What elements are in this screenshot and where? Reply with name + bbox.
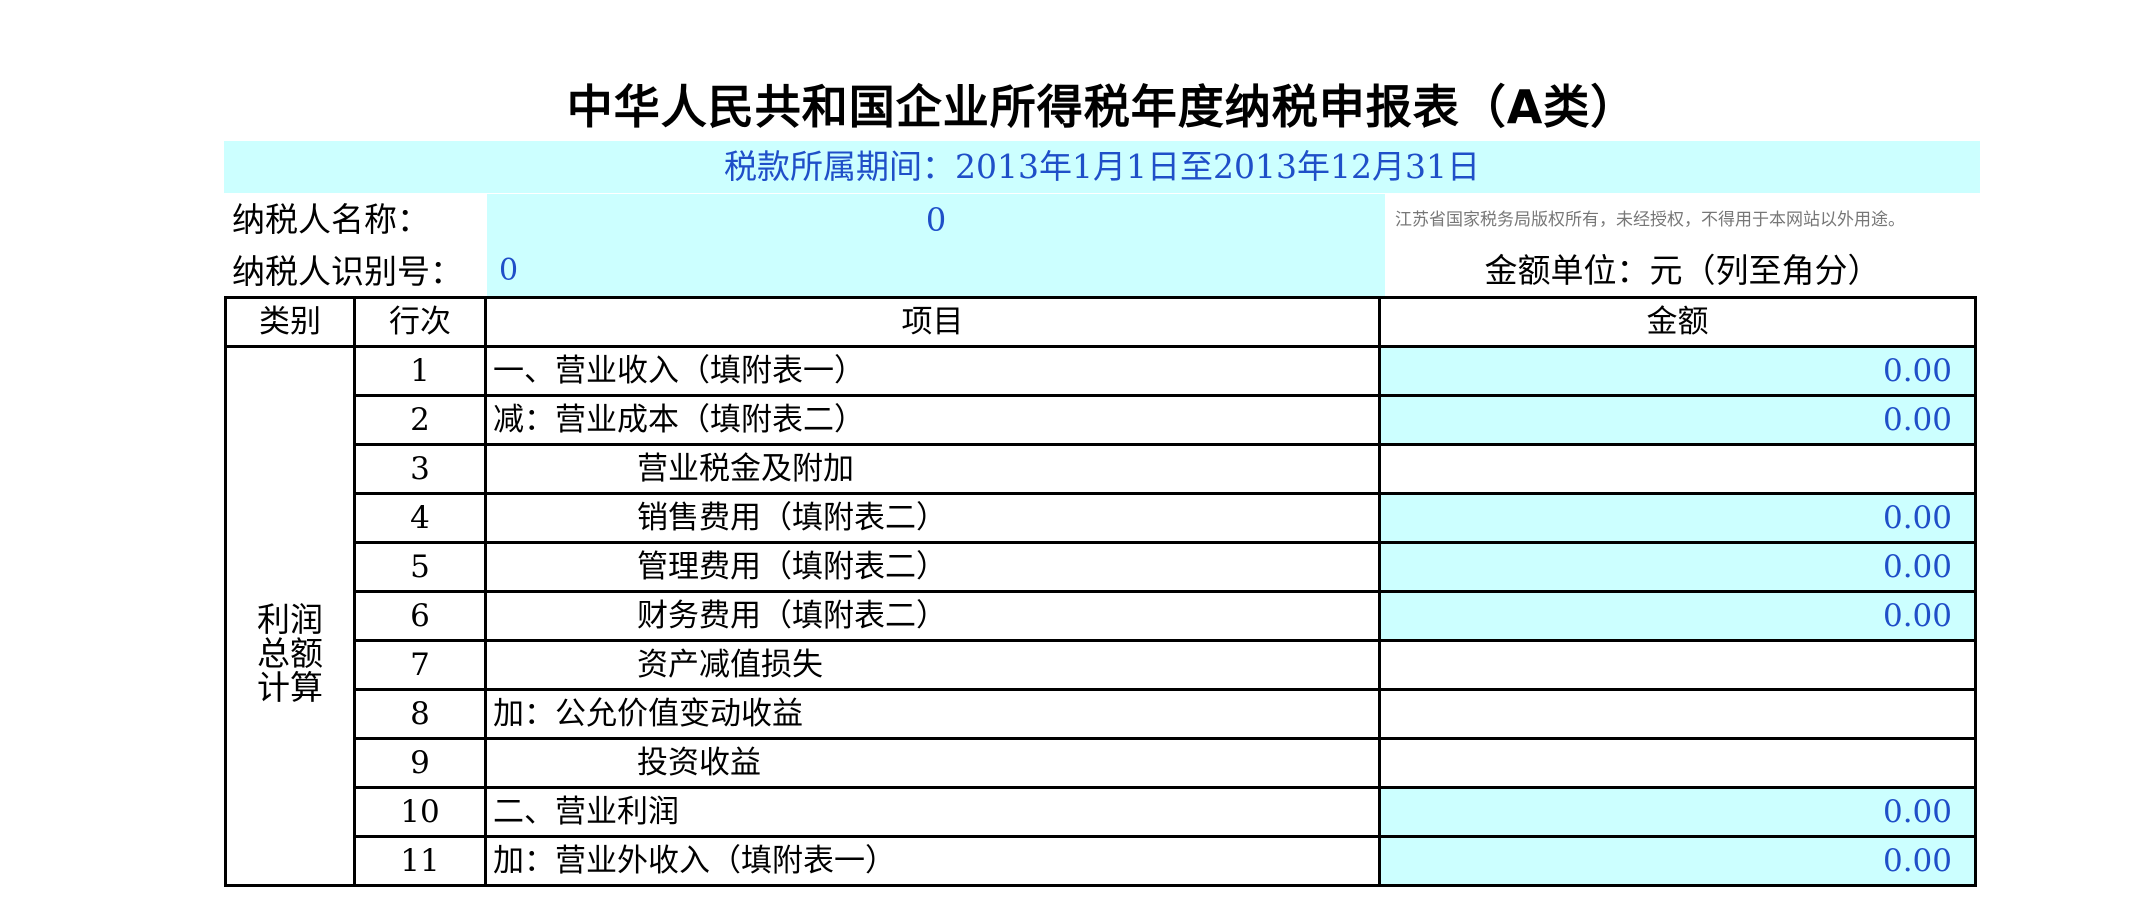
copyright-notice: 江苏省国家税务局版权所有，未经授权，不得用于本网站以外用途。 <box>1395 210 1905 230</box>
table-row: 7 资产减值损失 <box>226 639 1977 691</box>
row-number-cell: 10 <box>353 786 487 838</box>
row-item-cell: 减：营业成本（填附表二） <box>484 394 1381 446</box>
header-item: 项目 <box>484 296 1381 348</box>
table-row: 6 财务费用（填附表二） 0.00 <box>226 590 1977 642</box>
taxpayer-id-label: 纳税人识别号： <box>232 252 463 291</box>
row-amount-cell[interactable]: 0.00 <box>1378 394 1977 446</box>
taxpayer-id-field[interactable]: 0 <box>487 246 1385 296</box>
category-label-line: 总额 <box>257 634 323 673</box>
row-amount-cell <box>1378 688 1977 740</box>
row-number-cell: 6 <box>353 590 487 642</box>
table-row: 2 减：营业成本（填附表二） 0.00 <box>226 394 1977 446</box>
table-row: 8 加：公允价值变动收益 <box>226 688 1977 740</box>
row-number-cell: 9 <box>353 737 487 789</box>
tax-period-band: 税款所属期间：2013年1月1日至2013年12月31日 <box>224 141 1980 193</box>
row-number-cell: 11 <box>353 835 487 887</box>
taxpayer-name-field[interactable]: 0 <box>487 194 1385 246</box>
category-profit-calculation: 利润 总额 计算 <box>224 345 356 887</box>
row-amount-cell[interactable]: 0.00 <box>1378 835 1977 887</box>
row-amount-cell[interactable]: 0.00 <box>1378 786 1977 838</box>
row-item-cell: 财务费用（填附表二） <box>484 590 1381 642</box>
row-number-cell: 5 <box>353 541 487 593</box>
row-item-cell: 加：公允价值变动收益 <box>484 688 1381 740</box>
row-number-cell: 1 <box>353 345 487 397</box>
row-amount-cell[interactable]: 0.00 <box>1378 590 1977 642</box>
row-item-cell: 营业税金及附加 <box>484 443 1381 495</box>
header-amount: 金额 <box>1378 296 1977 348</box>
row-item-cell: 管理费用（填附表二） <box>484 541 1381 593</box>
row-amount-cell[interactable]: 0.00 <box>1378 541 1977 593</box>
category-label-line: 计算 <box>257 668 323 707</box>
table-row: 3 营业税金及附加 <box>226 443 1977 495</box>
header-row-number: 行次 <box>353 296 487 348</box>
row-number-cell: 7 <box>353 639 487 691</box>
row-number-cell: 8 <box>353 688 487 740</box>
row-item-cell: 投资收益 <box>484 737 1381 789</box>
row-amount-cell[interactable]: 0.00 <box>1378 345 1977 397</box>
table-row: 4 销售费用（填附表二） 0.00 <box>226 492 1977 544</box>
table-body: 利润 总额 计算 1 一、营业收入（填附表一） 0.00 2 减：营业成本（填附表二） 0.00… <box>224 345 1977 887</box>
tax-return-table: 类别 行次 项目 金额 利润 总额 计算 1 一、营业收入（填附表一） 0.00 2 减：营业… <box>224 296 1977 887</box>
row-amount-cell <box>1378 639 1977 691</box>
table-header-row: 类别 行次 项目 金额 <box>224 296 1977 348</box>
table-row: 5 管理费用（填附表二） 0.00 <box>226 541 1977 593</box>
page-title: 中华人民共和国企业所得税年度纳税申报表（A类） <box>566 80 1638 134</box>
row-item-cell: 一、营业收入（填附表一） <box>484 345 1381 397</box>
row-amount-cell <box>1378 737 1977 789</box>
row-number-cell: 2 <box>353 394 487 446</box>
row-item-cell: 二、营业利润 <box>484 786 1381 838</box>
row-item-cell: 销售费用（填附表二） <box>484 492 1381 544</box>
table-row: 10 二、营业利润 0.00 <box>226 786 1977 838</box>
table-row: 利润 总额 计算 1 一、营业收入（填附表一） 0.00 <box>224 345 1977 887</box>
row-number-cell: 3 <box>353 443 487 495</box>
row-item-cell: 加：营业外收入（填附表一） <box>484 835 1381 887</box>
row-amount-cell[interactable]: 0.00 <box>1378 492 1977 544</box>
category-label-line: 利润 <box>257 600 323 639</box>
taxpayer-name-label: 纳税人名称： <box>232 200 430 239</box>
table-row: 11 加：营业外收入（填附表一） 0.00 <box>226 835 1977 887</box>
row-amount-cell <box>1378 443 1977 495</box>
row-number-cell: 4 <box>353 492 487 544</box>
header-category: 类别 <box>224 296 356 348</box>
table-row: 9 投资收益 <box>226 737 1977 789</box>
row-item-cell: 资产减值损失 <box>484 639 1381 691</box>
amount-unit-note: 金额单位：元（列至角分） <box>1484 251 1881 290</box>
